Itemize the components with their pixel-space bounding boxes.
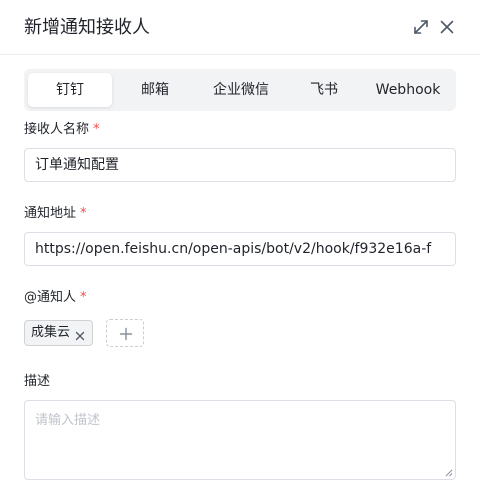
channel-tabs: 钉钉 邮箱 企业微信 飞书 Webhook bbox=[24, 69, 456, 111]
add-mention-button[interactable] bbox=[106, 319, 144, 347]
tab-email[interactable]: 邮箱 bbox=[112, 73, 198, 107]
mention-label-text: @通知人 bbox=[24, 290, 77, 305]
description-textarea[interactable]: 请输入描述 bbox=[24, 400, 456, 480]
add-receiver-dialog: 新增通知接收人 钉钉 邮箱 企业微信 飞书 Webhook 接收人名称 * 订单通… bbox=[0, 0, 480, 501]
name-label-text: 接收人名称 bbox=[24, 122, 90, 137]
close-icon[interactable] bbox=[437, 17, 457, 37]
tab-dingtalk[interactable]: 钉钉 bbox=[28, 73, 112, 107]
chip-close-icon[interactable] bbox=[74, 327, 86, 341]
name-label: 接收人名称 * bbox=[24, 121, 100, 139]
mention-chip: 成集云 bbox=[24, 320, 94, 346]
receiver-name-input[interactable]: 订单通知配置 bbox=[24, 148, 456, 182]
tab-wecom[interactable]: 企业微信 bbox=[198, 73, 284, 107]
mention-chip-label: 成集云 bbox=[31, 325, 71, 340]
plus-icon bbox=[119, 327, 133, 341]
resize-grip-icon[interactable] bbox=[445, 469, 453, 477]
dialog-title: 新增通知接收人 bbox=[24, 17, 150, 38]
expand-icon[interactable] bbox=[411, 17, 431, 37]
required-mark: * bbox=[80, 290, 87, 305]
mention-label: @通知人 * bbox=[24, 289, 87, 307]
description-placeholder: 请输入描述 bbox=[35, 413, 101, 428]
dialog-header: 新增通知接收人 bbox=[0, 0, 480, 55]
tab-webhook[interactable]: Webhook bbox=[364, 73, 452, 107]
notify-address-input[interactable]: https://open.feishu.cn/open-apis/bot/v2/… bbox=[24, 232, 456, 266]
required-mark: * bbox=[93, 122, 100, 137]
address-label-text: 通知地址 bbox=[24, 206, 77, 221]
tab-feishu[interactable]: 飞书 bbox=[284, 73, 364, 107]
address-label: 通知地址 * bbox=[24, 205, 87, 223]
description-label: 描述 bbox=[24, 374, 51, 389]
required-mark: * bbox=[80, 206, 87, 221]
